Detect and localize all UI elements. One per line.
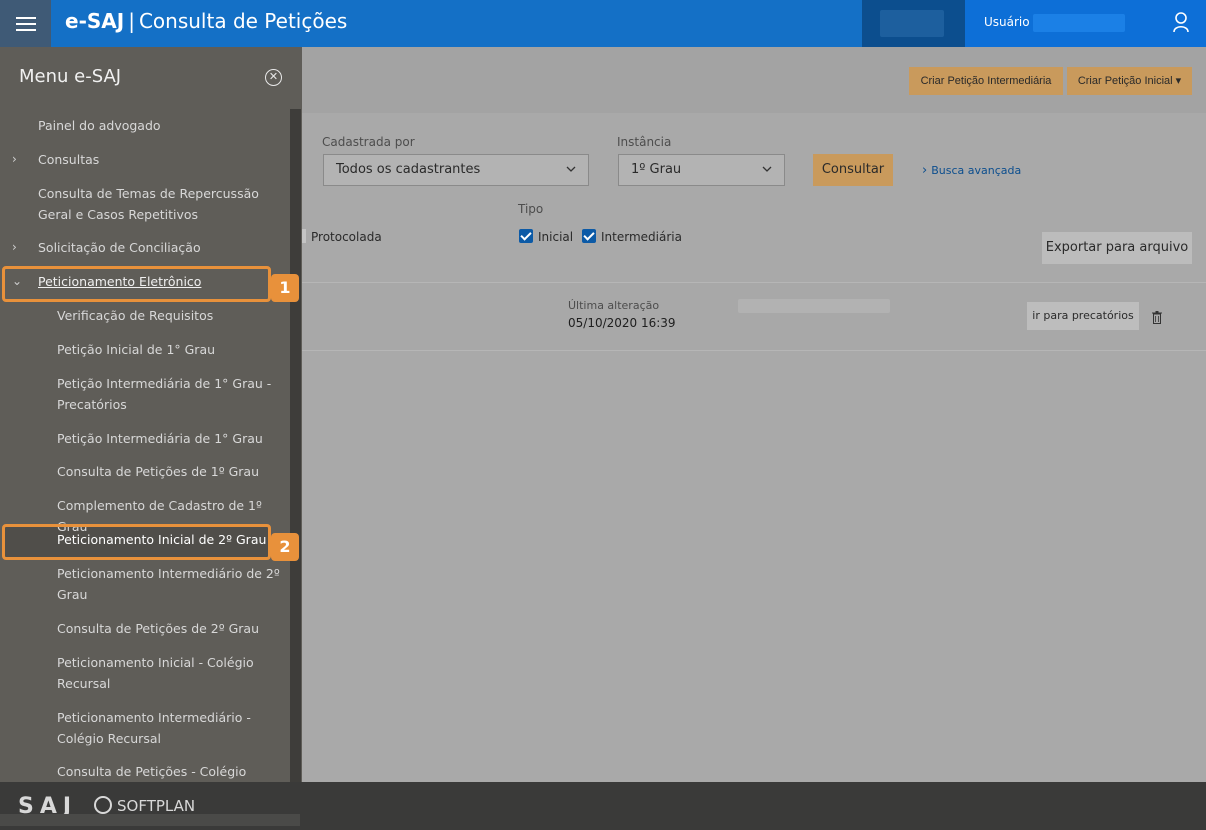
hamburger-icon[interactable] bbox=[0, 0, 51, 47]
protocolada-label: Protocolada bbox=[311, 230, 382, 244]
sidebar-item-label: Painel do advogado bbox=[38, 118, 161, 133]
sidebar-item-verificacao[interactable]: Verificação de Requisitos bbox=[57, 305, 282, 326]
sidebar-item-label: Solicitação de Conciliação bbox=[38, 240, 201, 255]
sidebar-item-consulta-colegio[interactable]: Consulta de Petições - Colégio bbox=[57, 761, 282, 782]
busca-avancada-text: Busca avançada bbox=[931, 164, 1022, 177]
header-context-box[interactable] bbox=[862, 0, 965, 47]
brand-separator: | bbox=[128, 9, 135, 33]
sidebar-item-intermediaria-1grau[interactable]: Petição Intermediária de 1° Grau bbox=[57, 428, 282, 449]
trash-icon[interactable] bbox=[1152, 311, 1162, 324]
redacted-footer-bar bbox=[0, 814, 300, 826]
highlight-box-2 bbox=[2, 524, 271, 560]
sidebar-item-label: Petição Intermediária de 1° Grau - Preca… bbox=[57, 376, 272, 412]
instancia-select[interactable]: 1º Grau bbox=[618, 154, 785, 186]
sidebar-item-intermediaria-precatorios[interactable]: Petição Intermediária de 1° Grau - Preca… bbox=[57, 373, 282, 415]
ir-para-precatorios-button[interactable]: ir para precatórios bbox=[1027, 302, 1139, 330]
sidebar-item-label: Consultas bbox=[38, 152, 100, 167]
sidebar-item-consultas[interactable]: › Consultas bbox=[12, 149, 278, 170]
cadastrada-value: Todos os cadastrantes bbox=[336, 162, 481, 177]
tipo-intermediaria-option[interactable]: Intermediária bbox=[582, 229, 682, 244]
ultima-alteracao-label: Última alteração bbox=[568, 299, 660, 312]
tipo-label: Tipo bbox=[518, 202, 544, 216]
chevron-down-icon bbox=[566, 166, 576, 172]
sidebar-item-inicial-colegio[interactable]: Peticionamento Inicial - Colégio Recursa… bbox=[57, 652, 282, 694]
sidebar-item-consulta-1grau[interactable]: Consulta de Petições de 1º Grau bbox=[57, 461, 282, 482]
sidebar-item-label: Peticionamento Inicial - Colégio Recursa… bbox=[57, 655, 254, 691]
step-badge-2: 2 bbox=[271, 533, 299, 561]
chevron-right-icon: › bbox=[922, 163, 928, 178]
sidebar-item-label: Consulta de Petições de 1º Grau bbox=[57, 464, 260, 479]
sidebar-item-intermediario-colegio[interactable]: Peticionamento Intermediário - Colégio R… bbox=[57, 707, 282, 749]
consultar-button[interactable]: Consultar bbox=[813, 154, 893, 186]
main-panel bbox=[302, 113, 1206, 782]
protocolada-checkbox[interactable] bbox=[302, 229, 306, 243]
criar-peticao-inicial-button[interactable]: Criar Petição Inicial ▾ bbox=[1067, 67, 1192, 95]
sidebar-item-conciliacao[interactable]: › Solicitação de Conciliação bbox=[12, 237, 278, 258]
user-label: Usuário bbox=[984, 15, 1030, 29]
sidebar-item-intermediario-2grau[interactable]: Peticionamento Intermediário de 2º Grau bbox=[57, 563, 282, 605]
sidebar-item-label: Peticionamento Intermediário - Colégio R… bbox=[57, 710, 251, 746]
softplan-text: SOFTPLAN bbox=[117, 797, 196, 815]
brand-name: e-SAJ bbox=[65, 9, 125, 33]
sidebar-item-label: Consulta de Petições - Colégio bbox=[57, 764, 247, 779]
exportar-arquivo-button[interactable]: Exportar para arquivo bbox=[1042, 232, 1192, 264]
highlight-box-1 bbox=[2, 266, 271, 302]
sidebar-item-label: Consulta de Petições de 2º Grau bbox=[57, 621, 260, 636]
menu-title: Menu e-SAJ bbox=[19, 66, 122, 87]
chevron-right-icon: › bbox=[12, 152, 17, 166]
step-badge-1: 1 bbox=[271, 274, 299, 302]
tipo-inicial-option[interactable]: Inicial bbox=[519, 229, 573, 244]
chevron-down-icon bbox=[762, 166, 772, 172]
instancia-label: Instância bbox=[617, 135, 672, 149]
redacted-username bbox=[1033, 14, 1125, 32]
sidebar-item-label: Consulta de Temas de Repercussão Geral e… bbox=[38, 186, 259, 222]
sidebar-item-inicial-1grau[interactable]: Petição Inicial de 1° Grau bbox=[57, 339, 282, 360]
redacted-field bbox=[738, 299, 890, 313]
sidebar-item-consulta-2grau[interactable]: Consulta de Petições de 2º Grau bbox=[57, 618, 282, 639]
criar-peticao-intermediaria-button[interactable]: Criar Petição Intermediária bbox=[909, 67, 1063, 95]
ultima-alteracao-value: 05/10/2020 16:39 bbox=[568, 316, 676, 330]
page-title: Consulta de Petições bbox=[138, 9, 348, 33]
busca-avancada-link[interactable]: › Busca avançada bbox=[922, 163, 1021, 178]
tipo-intermediaria-label: Intermediária bbox=[601, 230, 682, 244]
sidebar-item-temas[interactable]: Consulta de Temas de Repercussão Geral e… bbox=[38, 183, 278, 225]
softplan-logo: SOFTPLAN bbox=[94, 796, 195, 815]
user-icon[interactable] bbox=[1172, 11, 1190, 33]
sidebar-item-painel[interactable]: Painel do advogado bbox=[38, 115, 278, 136]
chevron-right-icon: › bbox=[12, 240, 17, 254]
cadastrada-label: Cadastrada por bbox=[322, 135, 415, 149]
sidebar-item-label: Petição Inicial de 1° Grau bbox=[57, 342, 216, 357]
sidebar-item-label: Petição Intermediária de 1° Grau bbox=[57, 431, 263, 446]
menu-header: Menu e-SAJ ✕ bbox=[0, 47, 302, 107]
app-footer: SAJ SOFTPLAN bbox=[0, 782, 1206, 830]
softplan-icon bbox=[94, 796, 112, 814]
user-menu[interactable]: Usuário bbox=[965, 0, 1206, 47]
close-circle-icon[interactable]: ✕ bbox=[265, 69, 282, 86]
sidebar-scrollbar[interactable] bbox=[290, 109, 301, 782]
result-row[interactable]: Última alteração 05/10/2020 16:39 ir par… bbox=[302, 282, 1206, 351]
checkbox-checked-icon[interactable] bbox=[519, 229, 533, 243]
checkbox-checked-icon[interactable] bbox=[582, 229, 596, 243]
sidebar-item-label: Verificação de Requisitos bbox=[57, 308, 214, 323]
app-header: e-SAJ | Consulta de Petições Usuário bbox=[0, 0, 1206, 47]
brand-title: e-SAJ | Consulta de Petições bbox=[65, 9, 347, 33]
sidebar-menu: Menu e-SAJ ✕ Painel do advogado › Consult… bbox=[0, 47, 302, 782]
cadastrada-select[interactable]: Todos os cadastrantes bbox=[323, 154, 589, 186]
tipo-inicial-label: Inicial bbox=[538, 230, 574, 244]
instancia-value: 1º Grau bbox=[631, 162, 682, 177]
redacted-context bbox=[880, 10, 944, 37]
sidebar-item-label: Peticionamento Intermediário de 2º Grau bbox=[57, 566, 280, 602]
